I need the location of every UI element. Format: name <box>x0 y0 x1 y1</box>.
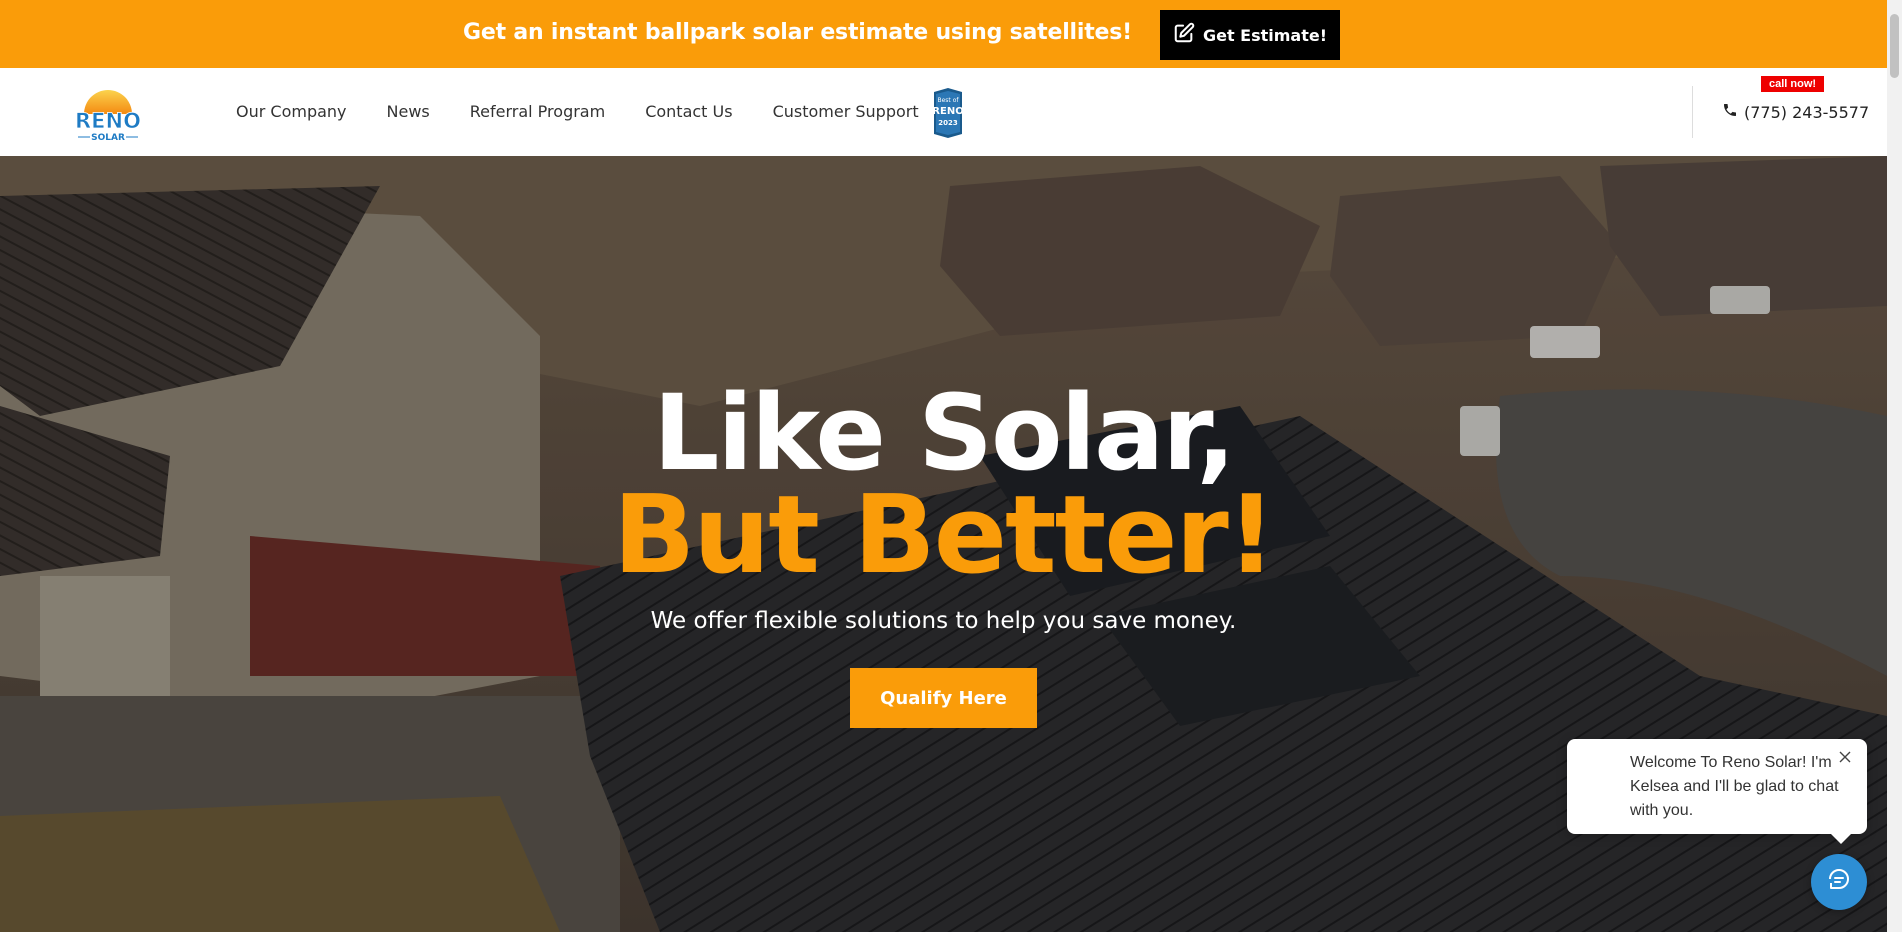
svg-text:RENO: RENO <box>75 109 141 133</box>
hero-subtitle: We offer flexible solutions to help you … <box>650 608 1237 634</box>
header-divider <box>1692 86 1693 138</box>
qualify-here-button[interactable]: Qualify Here <box>850 668 1037 728</box>
main-nav: Our Company News Referral Program Contac… <box>236 102 959 121</box>
chat-launcher-button[interactable] <box>1811 854 1867 910</box>
nav-contact-us[interactable]: Contact Us <box>645 102 732 121</box>
nav-referral-program[interactable]: Referral Program <box>470 102 605 121</box>
site-header: RENO SOLAR Our Company News Referral Pro… <box>0 68 1887 156</box>
promo-bar: Get an instant ballpark solar estimate u… <box>0 0 1887 68</box>
chat-welcome-message: Welcome To Reno Solar! I'm Kelsea and I'… <box>1630 754 1839 819</box>
chat-welcome-bubble[interactable]: Welcome To Reno Solar! I'm Kelsea and I'… <box>1567 739 1867 844</box>
svg-text:SOLAR: SOLAR <box>91 133 125 143</box>
scrollbar-thumb[interactable] <box>1890 14 1899 78</box>
svg-text:2023: 2023 <box>938 119 958 127</box>
hero-title-line2: But Better! <box>612 473 1276 598</box>
chat-icon <box>1825 866 1853 899</box>
best-of-reno-badge: Best of RENO 2023 <box>930 88 966 138</box>
phone-number: (775) 243-5577 <box>1744 102 1870 122</box>
nav-our-company[interactable]: Our Company <box>236 102 347 121</box>
hero-title-line1: Like Solar, <box>653 372 1236 494</box>
edit-icon <box>1173 22 1195 48</box>
get-estimate-label: Get Estimate! <box>1202 25 1328 45</box>
reno-solar-logo[interactable]: RENO SOLAR <box>70 84 146 144</box>
nav-customer-support[interactable]: Customer Support <box>773 102 919 121</box>
page-scrollbar[interactable] <box>1887 0 1902 932</box>
nav-news[interactable]: News <box>387 102 430 121</box>
phone-icon <box>1722 102 1738 122</box>
phone-link[interactable]: (775) 243-5577 <box>1722 102 1869 122</box>
call-now-badge: call now! <box>1761 76 1825 92</box>
close-icon[interactable] <box>1837 749 1853 765</box>
svg-text:Best of: Best of <box>938 97 960 104</box>
get-estimate-button[interactable]: Get Estimate! <box>1160 10 1340 60</box>
svg-text:RENO: RENO <box>932 106 963 117</box>
promo-text: Get an instant ballpark solar estimate u… <box>463 20 1133 45</box>
